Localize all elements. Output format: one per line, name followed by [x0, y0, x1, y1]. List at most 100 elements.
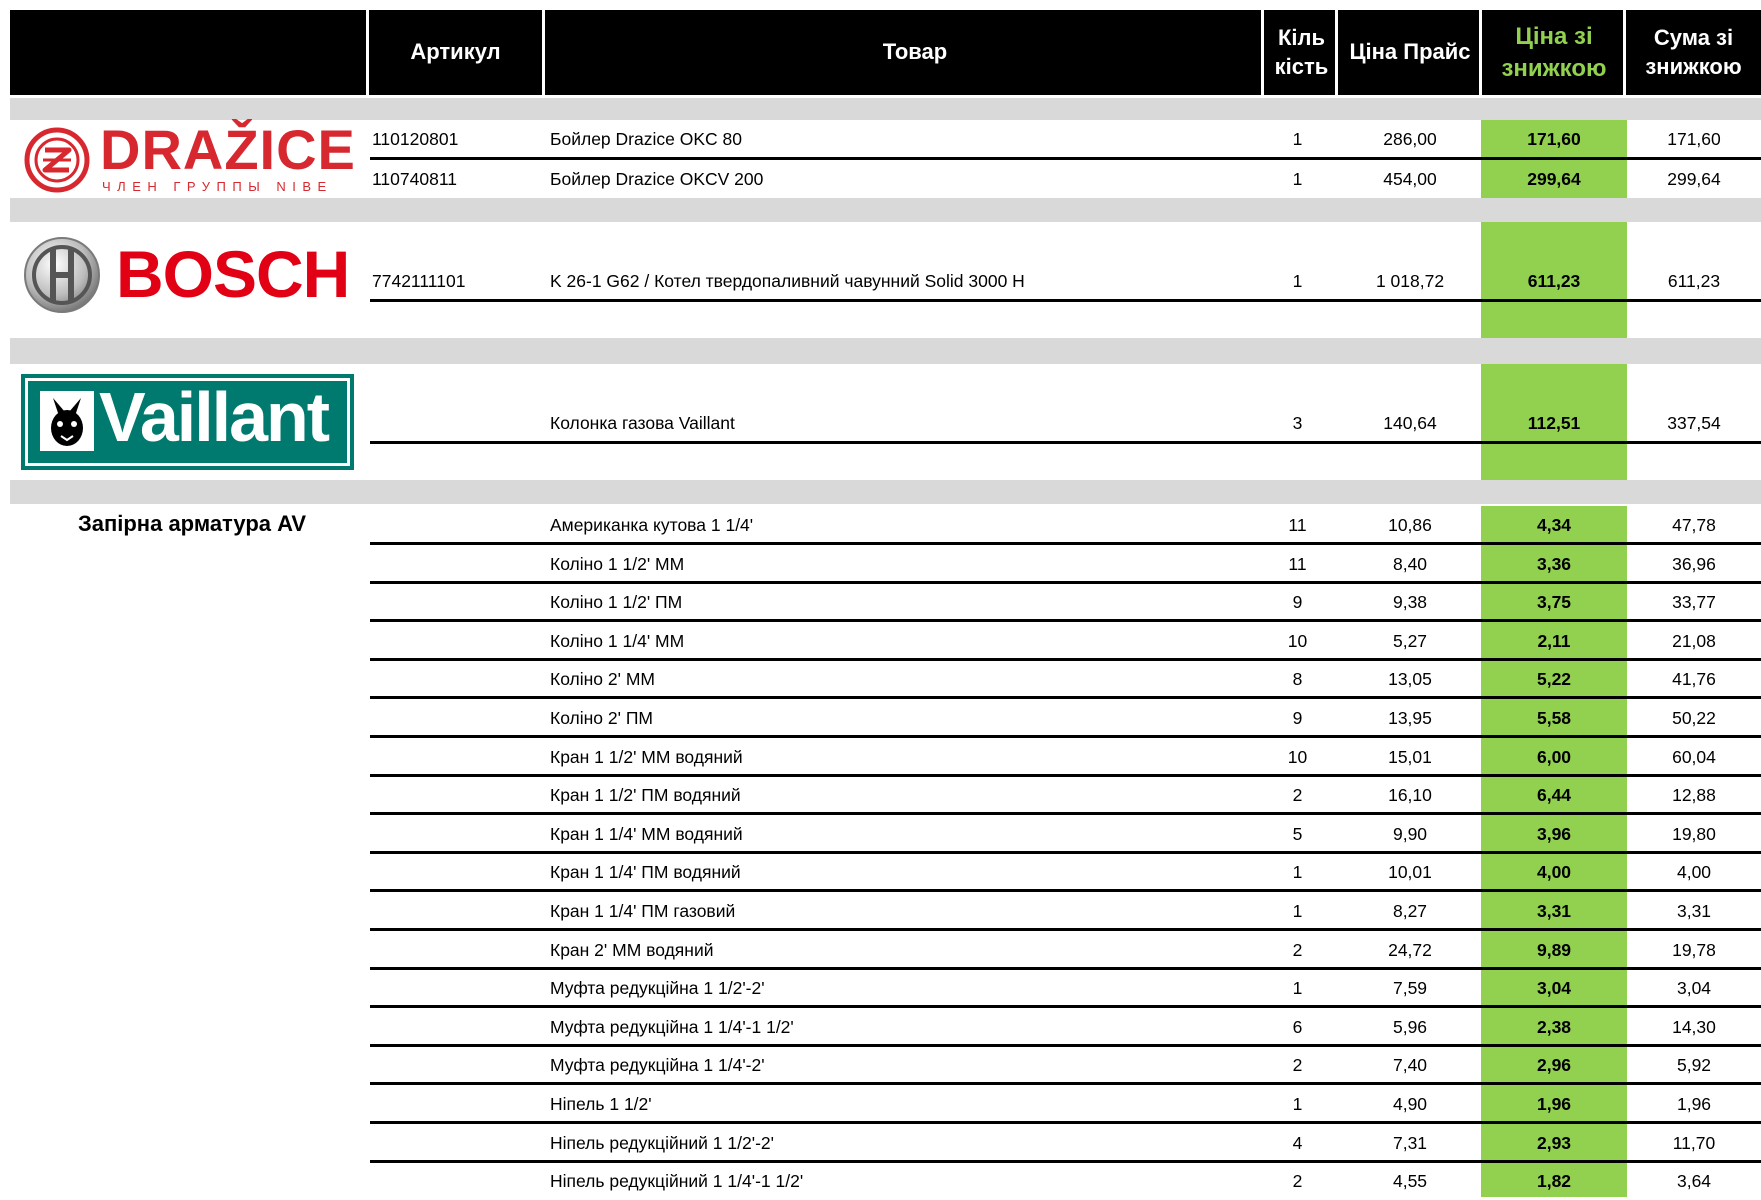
product-name-cell: Ніпель 1 1/2'	[550, 1093, 652, 1114]
price-cell: 4,90	[1392, 1093, 1428, 1114]
table-row: Коліно 2' ММ 8 13,05 5,22 41,76	[0, 660, 1761, 698]
discount-price-cell: 1,82	[1536, 1170, 1572, 1191]
discount-sum-cell: 50,22	[1672, 707, 1716, 728]
price-cell: 7,40	[1392, 1054, 1428, 1075]
price-cell: 16,10	[1388, 784, 1432, 805]
price-cell: 5,96	[1392, 1016, 1428, 1037]
discount-sum-cell: 3,31	[1676, 900, 1712, 921]
table-row: Американка кутова 1 1/4' 11 10,86 4,34 47,78	[0, 506, 1761, 544]
discount-sum-cell: 33,77	[1672, 591, 1716, 612]
header-product: Товар	[882, 39, 948, 65]
table-row: Кран 1 1/4' ММ водяний 5 9,90 3,96 19,80	[0, 815, 1761, 853]
group-separator	[10, 198, 1761, 222]
discount-sum-cell: 11,70	[1672, 1132, 1716, 1153]
product-name-cell: Кран 1 1/4' ПМ водяний	[550, 861, 741, 882]
qty-cell: 11	[1288, 514, 1307, 535]
group-separator	[10, 98, 1761, 120]
discount-price-cell: 4,34	[1536, 514, 1572, 535]
qty-cell: 4	[1292, 1132, 1303, 1153]
discount-price-cell: 611,23	[1527, 270, 1581, 291]
product-name-cell: Коліно 2' ПМ	[550, 707, 653, 728]
product-name-cell: Муфта редукційна 1 1/4'-1 1/2'	[550, 1016, 794, 1037]
product-name-cell: Кран 1 1/4' ММ водяний	[550, 823, 743, 844]
group-separator	[10, 338, 1761, 364]
price-cell: 13,05	[1388, 668, 1432, 689]
table-row: 110740811 Бойлер Drazice OKCV 200 1 454,…	[0, 160, 1761, 198]
product-name-cell: Ніпель редукційний 1 1/2'-2'	[550, 1132, 774, 1153]
discount-price-cell: 3,04	[1536, 977, 1572, 998]
discount-sum-cell: 1,96	[1676, 1093, 1712, 1114]
discount-price-cell: 3,36	[1536, 553, 1572, 574]
discount-price-cell: 6,00	[1536, 746, 1572, 767]
qty-cell: 1	[1292, 168, 1303, 189]
discount-sum-cell: 5,92	[1676, 1054, 1712, 1075]
table-row: Ніпель 1 1/2' 1 4,90 1,96 1,96	[0, 1085, 1761, 1123]
table-row: Муфта редукційна 1 1/2'-2' 1 7,59 3,04 3,04	[0, 969, 1761, 1007]
table-row: Коліно 1 1/2' ПМ 9 9,38 3,75 33,77	[0, 583, 1761, 621]
qty-cell: 9	[1292, 707, 1303, 728]
discount-sum-cell: 3,64	[1676, 1170, 1712, 1191]
discount-price-cell: 5,58	[1536, 707, 1572, 728]
discount-sum-cell: 611,23	[1667, 270, 1721, 291]
header-discount-sum: Сума зі знижкою	[1626, 10, 1761, 95]
qty-cell: 10	[1287, 630, 1308, 651]
price-cell: 454,00	[1383, 168, 1437, 189]
discount-sum-cell: 19,80	[1672, 823, 1716, 844]
table-row: Ніпель редукційний 1 1/2'-2' 4 7,31 2,93 11,…	[0, 1124, 1761, 1162]
product-name-cell: Колонка газова Vaillant	[550, 412, 735, 433]
product-name-cell: Бойлер Drazice OKCV 200	[550, 168, 764, 189]
qty-cell: 11	[1288, 553, 1307, 574]
discount-sum-cell: 36,96	[1672, 553, 1716, 574]
discount-price-cell: 3,96	[1536, 823, 1572, 844]
header-disc-line1: Ціна зі	[1515, 23, 1593, 51]
discount-sum-cell: 60,04	[1672, 746, 1716, 767]
discount-price-cell: 2,93	[1536, 1132, 1572, 1153]
header-qty-line1: Кіль	[1277, 24, 1326, 50]
qty-cell: 10	[1287, 746, 1308, 767]
discount-price-cell: 6,44	[1536, 784, 1572, 805]
price-cell: 1 018,72	[1375, 270, 1445, 291]
qty-cell: 1	[1292, 977, 1303, 998]
table-row: Муфта редукційна 1 1/4'-1 1/2' 6 5,96 2,38 1…	[0, 1008, 1761, 1046]
discount-sum-cell: 3,04	[1676, 977, 1712, 998]
product-name-cell: K 26-1 G62 / Котел твердопаливний чавунн…	[550, 270, 1025, 291]
header-price: Ціна Прайс	[1349, 39, 1471, 65]
discount-price-cell: 112,51	[1527, 412, 1581, 433]
table-row: Кран 2' ММ водяний 2 24,72 9,89 19,78	[0, 931, 1761, 969]
price-cell: 5,27	[1392, 630, 1428, 651]
product-name-cell: Кран 1 1/2' ПМ водяний	[550, 784, 741, 805]
discount-sum-cell: 4,00	[1676, 861, 1712, 882]
header-sum-line1: Сума зі	[1653, 24, 1734, 50]
discount-price-cell: 2,96	[1536, 1054, 1572, 1075]
qty-cell: 6	[1292, 1016, 1303, 1037]
qty-cell: 2	[1292, 784, 1303, 805]
price-cell: 15,01	[1388, 746, 1432, 767]
discount-sum-cell: 299,64	[1667, 168, 1721, 189]
discount-sum-cell: 47,78	[1672, 514, 1716, 535]
qty-cell: 2	[1292, 1170, 1303, 1191]
header-sum-line2: знижкою	[1645, 53, 1742, 79]
table-row: Кран 1 1/2' ММ водяний 10 15,01 6,00 60,04	[0, 738, 1761, 776]
header-disc-line2: знижкою	[1501, 54, 1607, 82]
product-name-cell: Кран 2' ММ водяний	[550, 939, 714, 960]
discount-price-cell: 171,60	[1527, 128, 1581, 149]
product-name-cell: Коліно 2' ММ	[550, 668, 655, 689]
table-row: Кран 1 1/4' ПМ водяний 1 10,01 4,00 4,00	[0, 853, 1761, 891]
price-cell: 9,90	[1392, 823, 1428, 844]
qty-cell: 3	[1292, 412, 1303, 433]
qty-cell: 5	[1292, 823, 1303, 844]
table-row: Кран 1 1/2' ПМ водяний 2 16,10 6,44 12,88	[0, 776, 1761, 814]
product-name-cell: Коліно 1 1/2' ММ	[550, 553, 685, 574]
table-row: Кран 1 1/4' ПМ газовий 1 8,27 3,31 3,31	[0, 892, 1761, 930]
discount-price-cell: 5,22	[1536, 668, 1572, 689]
header-discount-price: Ціна зі знижкою	[1482, 10, 1626, 95]
table-row: Коліно 1 1/2' ММ 11 8,40 3,36 36,96	[0, 545, 1761, 583]
group-separator	[10, 480, 1761, 504]
discount-sum-cell: 171,60	[1667, 128, 1721, 149]
article-cell: 110740811	[372, 168, 457, 189]
price-cell: 8,40	[1392, 553, 1428, 574]
price-cell: 9,38	[1392, 591, 1428, 612]
price-cell: 286,00	[1383, 128, 1437, 149]
qty-cell: 1	[1292, 861, 1303, 882]
discount-price-cell: 3,75	[1536, 591, 1572, 612]
